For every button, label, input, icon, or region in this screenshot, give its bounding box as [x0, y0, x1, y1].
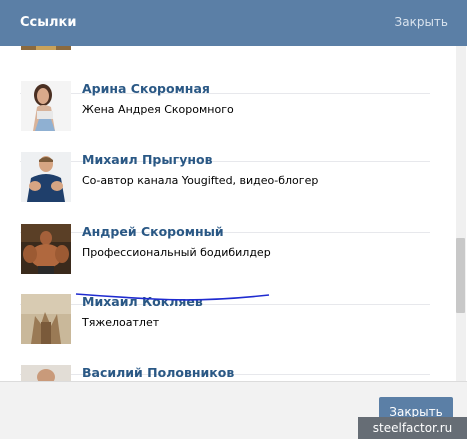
modal-header: Ссылки Закрыть [0, 0, 467, 46]
link-name[interactable]: Михаил Прыгунов [82, 152, 213, 167]
list-item[interactable]: Михаил Прыгунов Со-автор канала Yougifte… [20, 152, 430, 233]
avatar[interactable] [21, 81, 71, 131]
avatar[interactable] [21, 294, 71, 344]
list-item[interactable]: Андрей Скоромный Профессиональный бодиби… [20, 224, 430, 305]
link-name[interactable]: Василий Половников [82, 365, 234, 380]
avatar[interactable] [21, 365, 71, 381]
links-list: Арина Скоромная Жена Андрея Скоромного М… [0, 46, 467, 381]
link-name[interactable]: Михаил Кокляев [82, 294, 203, 309]
scrollbar-thumb[interactable] [456, 238, 465, 313]
watermark: steelfactor.ru [358, 417, 467, 439]
list-item[interactable]: Арина Скоромная Жена Андрея Скоромного [20, 81, 430, 162]
link-name[interactable]: Андрей Скоромный [82, 224, 224, 239]
avatar[interactable] [21, 224, 71, 274]
link-description: Со-автор канала Yougifted, видео-блогер [82, 174, 319, 187]
link-description: Тяжелоатлет [82, 316, 160, 329]
list-item[interactable]: Василий Половников [20, 365, 430, 381]
link-description: Жена Андрея Скоромного [82, 103, 234, 116]
link-name[interactable]: Арина Скоромная [82, 81, 210, 96]
list-item[interactable] [20, 46, 430, 94]
header-close-link[interactable]: Закрыть [395, 15, 448, 29]
link-description: Профессиональный бодибилдер [82, 246, 271, 259]
scrollbar[interactable] [456, 46, 466, 381]
avatar[interactable] [21, 46, 71, 50]
modal-title: Ссылки [20, 15, 77, 30]
avatar[interactable] [21, 152, 71, 202]
list-item[interactable]: Михаил Кокляев Тяжелоатлет [20, 294, 430, 375]
